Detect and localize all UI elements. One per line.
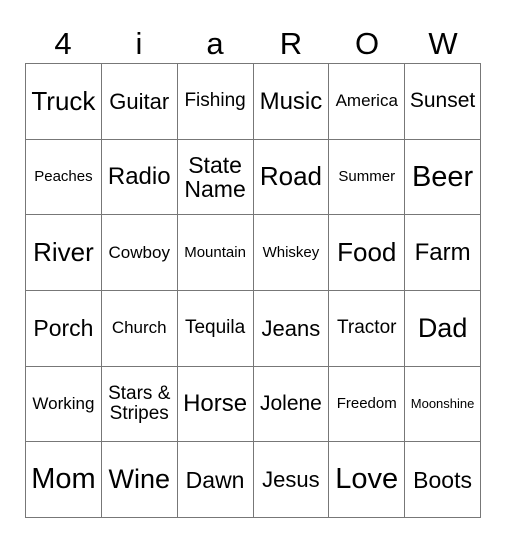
bingo-cell[interactable]: Jolene (253, 366, 330, 443)
header-letter: a (206, 26, 224, 61)
bingo-cell[interactable]: Horse (177, 366, 254, 443)
header-letter: i (135, 26, 143, 61)
bingo-cell[interactable]: Mountain (177, 215, 254, 291)
header-letter: O (354, 26, 380, 61)
bingo-cell[interactable]: Freedom (329, 366, 406, 443)
bingo-cell[interactable]: Truck (26, 64, 102, 140)
bingo-cell[interactable]: Dawn (177, 442, 254, 518)
bingo-cell[interactable]: Peaches (26, 139, 102, 216)
bingo-cell[interactable]: Tractor (329, 290, 406, 367)
header-letter: R (279, 26, 303, 61)
bingo-cell[interactable]: Boots (405, 442, 481, 518)
bingo-cell[interactable]: Whiskey (253, 215, 330, 291)
bingo-cell[interactable]: Food (329, 215, 406, 291)
header-letter: 4 (54, 26, 72, 61)
bingo-cell[interactable]: Wine (101, 442, 178, 518)
bingo-cell[interactable]: Summer (329, 139, 406, 216)
bingo-cell[interactable]: Road (253, 139, 330, 216)
bingo-cell[interactable]: Guitar (101, 64, 178, 140)
bingo-cell[interactable]: Working (26, 366, 102, 443)
bingo-cell[interactable]: Tequila (177, 290, 254, 367)
bingo-cell[interactable]: Moonshine (405, 366, 481, 443)
bingo-cell[interactable]: State Name (177, 139, 254, 216)
bingo-grid: Truck Guitar Fishing Music America Sunse… (25, 63, 481, 518)
header-letter: W (428, 26, 458, 61)
bingo-cell[interactable]: Cowboy (101, 215, 178, 291)
bingo-cell[interactable]: Church (101, 290, 178, 367)
bingo-cell[interactable]: Love (329, 442, 406, 518)
bingo-cell[interactable]: Sunset (405, 64, 481, 140)
bingo-cell[interactable]: River (26, 215, 102, 291)
bingo-cell[interactable]: Stars & Stripes (101, 366, 178, 443)
bingo-cell[interactable]: Beer (405, 139, 481, 216)
bingo-cell[interactable]: Mom (26, 442, 102, 518)
bingo-cell[interactable]: Jeans (253, 290, 330, 367)
bingo-cell[interactable]: America (329, 64, 406, 140)
bingo-cell[interactable]: Dad (405, 290, 481, 367)
bingo-cell[interactable]: Radio (101, 139, 178, 216)
bingo-cell[interactable]: Farm (405, 215, 481, 291)
bingo-header: 4 i a R O W (25, 24, 481, 64)
bingo-cell[interactable]: Fishing (177, 64, 254, 140)
bingo-cell[interactable]: Music (253, 64, 330, 140)
bingo-cell[interactable]: Jesus (253, 442, 330, 518)
bingo-cell[interactable]: Porch (26, 290, 102, 367)
